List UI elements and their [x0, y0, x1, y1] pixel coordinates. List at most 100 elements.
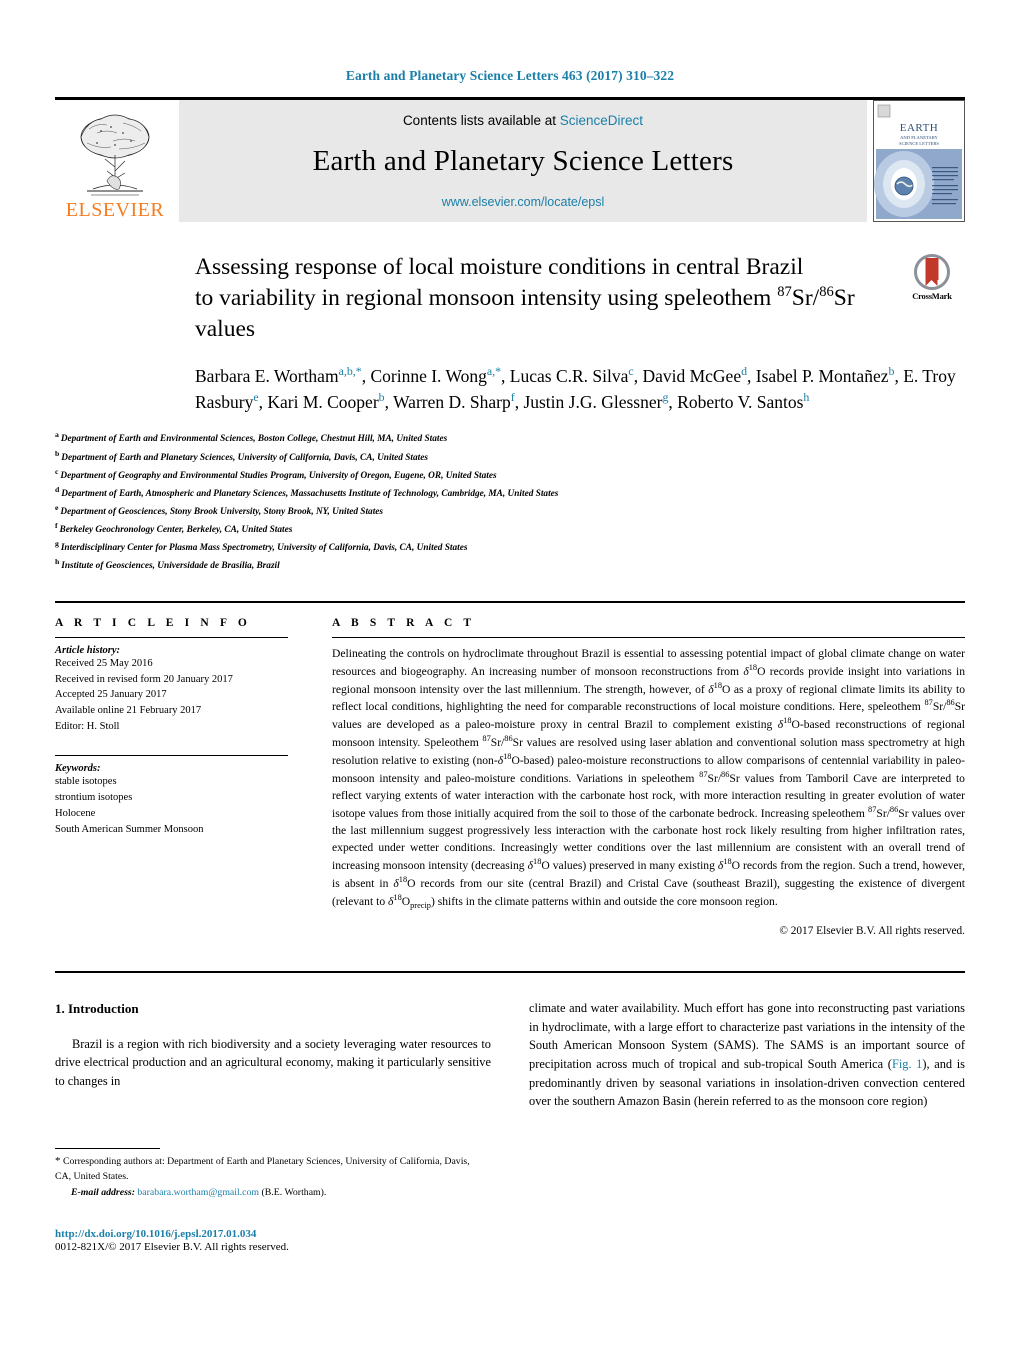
- journal-article-page: Earth and Planetary Science Letters 463 …: [0, 0, 1020, 1351]
- title-line-1: Assessing response of local moisture con…: [195, 254, 804, 280]
- affiliation-item: f Berkeley Geochronology Center, Berkele…: [55, 520, 965, 538]
- keywords-label: Keywords:: [55, 763, 101, 775]
- author-name: David McGee: [642, 365, 742, 386]
- article-history-item: Received 25 May 2016: [55, 657, 153, 669]
- author-name: Barbara E. Wortham: [195, 365, 339, 386]
- abstract-column: A B S T R A C T Delineating the controls…: [310, 617, 965, 937]
- email-note: E-mail address: barabara.wortham@gmail.c…: [55, 1187, 475, 1198]
- svg-text:SCIENCE LETTERS: SCIENCE LETTERS: [899, 141, 939, 146]
- page-title: Assessing response of local moisture con…: [195, 252, 965, 345]
- title-sup-87: 87: [777, 284, 792, 301]
- affiliation-item: h Institute of Geosciences, Universidade…: [55, 556, 965, 574]
- affiliation-item: g Interdisciplinary Center for Plasma Ma…: [55, 538, 965, 556]
- elsevier-tree-icon: [80, 114, 150, 196]
- affiliation-list: a Department of Earth and Environmental …: [55, 429, 965, 574]
- divider: [55, 755, 288, 757]
- keyword-item[interactable]: strontium isotopes: [55, 790, 288, 806]
- author-affiliation-marker: h: [803, 390, 810, 405]
- contents-prefix: Contents lists available at: [402, 113, 560, 128]
- title-sr: Sr: [833, 285, 855, 312]
- author-name: Justin J.G. Glessner: [523, 392, 663, 413]
- divider: [332, 636, 965, 638]
- affiliation-text: Department of Earth, Atmospheric and Pla…: [61, 488, 559, 499]
- crossmark-icon: [914, 254, 950, 290]
- author-name: Roberto V. Santos: [677, 392, 804, 413]
- title-sup-86: 86: [819, 284, 834, 301]
- author-name: Kari M. Cooper: [267, 392, 379, 413]
- affiliation-text: Department of Earth and Planetary Scienc…: [61, 452, 428, 463]
- author-list: Barbara E. Worthama,b,*, Corinne I. Wong…: [195, 364, 956, 413]
- journal-cover-image: EARTH AND PLANETARY SCIENCE LETTERS: [874, 101, 964, 221]
- article-history-item: Available online 21 February 2017: [55, 705, 202, 717]
- keyword-item[interactable]: stable isotopes: [55, 774, 288, 790]
- email-link[interactable]: barabara.wortham@gmail.com: [137, 1187, 259, 1198]
- article-history-item: Received in revised form 20 January 2017: [55, 673, 233, 685]
- title-area: Assessing response of local moisture con…: [195, 252, 965, 345]
- masthead-center-panel: Contents lists available at ScienceDirec…: [179, 100, 867, 222]
- article-info-heading: A R T I C L E I N F O: [55, 616, 251, 629]
- author-affiliation-marker: b: [888, 364, 895, 379]
- contents-available-line: Contents lists available at ScienceDirec…: [403, 113, 643, 128]
- introduction-heading: 1. Introduction: [55, 1001, 139, 1017]
- intro-paragraph-left: Brazil is a region with rich biodiversit…: [55, 1036, 491, 1088]
- journal-masthead: ELSEVIER Contents lists available at Sci…: [55, 97, 965, 222]
- author-affiliation-marker: g: [662, 390, 669, 405]
- intro-paragraph-right: climate and water availability. Much eff…: [529, 999, 965, 1111]
- article-history-item: Accepted 25 January 2017: [55, 689, 167, 701]
- journal-cover-thumbnail: EARTH AND PLANETARY SCIENCE LETTERS: [873, 100, 965, 222]
- abstract-text: Delineating the controls on hydroclimate…: [332, 646, 966, 910]
- svg-text:AND PLANETARY: AND PLANETARY: [900, 135, 938, 140]
- corresponding-author-note: * Corresponding authors at: Department o…: [55, 1154, 475, 1184]
- body-column-left: 1. Introduction Brazil is a region with …: [55, 999, 491, 1111]
- article-history-item: Editor: H. Stoll: [55, 721, 120, 733]
- affiliation-item: a Department of Earth and Environmental …: [55, 429, 965, 447]
- author-affiliation-marker: a,*: [486, 364, 502, 379]
- figure-1-link[interactable]: Fig. 1: [892, 1057, 922, 1071]
- author-affiliation-marker: c: [628, 364, 634, 379]
- footnote-block: * Corresponding authors at: Department o…: [55, 1148, 475, 1198]
- svg-text:EARTH: EARTH: [900, 122, 939, 134]
- title-line-2-pre: to variability in regional monsoon inten…: [195, 285, 778, 312]
- author-name: Lucas C.R. Silva: [509, 365, 629, 386]
- journal-homepage-link[interactable]: www.elsevier.com/locate/epsl: [442, 195, 605, 209]
- affiliation-item: b Department of Earth and Planetary Scie…: [55, 448, 965, 466]
- author-affiliation-marker: e: [253, 390, 259, 405]
- elsevier-wordmark: ELSEVIER: [65, 199, 165, 221]
- title-line-3: values: [195, 316, 256, 343]
- title-sr-slash: Sr/: [791, 285, 820, 312]
- author-name: Warren D. Sharp: [393, 392, 511, 413]
- crossmark-badge[interactable]: CrossMark: [899, 254, 965, 301]
- article-history-list: Received 25 May 2016 Received in revised …: [55, 656, 288, 736]
- affiliation-text: Institute of Geosciences, Universidade d…: [61, 561, 280, 572]
- footnote-divider: [55, 1148, 160, 1149]
- abstract-heading: A B S T R A C T: [332, 616, 476, 629]
- affiliation-item: e Department of Geosciences, Stony Brook…: [55, 502, 965, 520]
- doi-link[interactable]: http://dx.doi.org/10.1016/j.epsl.2017.01…: [55, 1228, 485, 1240]
- author-affiliation-marker: f: [510, 390, 515, 405]
- keywords-block: Keywords: stable isotopes strontium isoto…: [55, 755, 288, 838]
- asterisk-icon: *: [55, 1155, 61, 1167]
- affiliation-text: Berkeley Geochronology Center, Berkeley,…: [59, 525, 293, 536]
- sciencedirect-link[interactable]: ScienceDirect: [560, 113, 643, 128]
- author-affiliation-marker: b: [378, 390, 385, 405]
- affiliation-text: Interdisciplinary Center for Plasma Mass…: [60, 543, 468, 554]
- author-affiliation-marker: d: [741, 364, 748, 379]
- body-column-right: climate and water availability. Much eff…: [529, 999, 965, 1111]
- author-name: Corinne I. Wong: [370, 365, 487, 386]
- corresponding-author-text: Corresponding authors at: Department of …: [55, 1156, 470, 1182]
- keyword-item[interactable]: South American Summer Monsoon: [55, 822, 288, 838]
- email-label: E-mail address:: [71, 1187, 135, 1199]
- elsevier-logo: ELSEVIER: [55, 100, 175, 222]
- affiliation-text: Department of Geography and Environmenta…: [60, 470, 497, 481]
- article-history-label: Article history:: [55, 644, 121, 656]
- keyword-item[interactable]: Holocene: [55, 806, 288, 822]
- affiliation-text: Department of Earth and Environmental Sc…: [60, 434, 448, 445]
- abstract-copyright: © 2017 Elsevier B.V. All rights reserved…: [779, 925, 965, 938]
- running-head: Earth and Planetary Science Letters 463 …: [345, 68, 675, 83]
- journal-title: Earth and Planetary Science Letters: [312, 145, 734, 177]
- issn-copyright: 0012-821X/© 2017 Elsevier B.V. All right…: [55, 1241, 289, 1253]
- affiliation-item: d Department of Earth, Atmospheric and P…: [55, 484, 965, 502]
- affiliation-text: Department of Geosciences, Stony Brook U…: [60, 507, 384, 518]
- article-body: 1. Introduction Brazil is a region with …: [55, 971, 965, 1111]
- affiliation-item: c Department of Geography and Environmen…: [55, 466, 965, 484]
